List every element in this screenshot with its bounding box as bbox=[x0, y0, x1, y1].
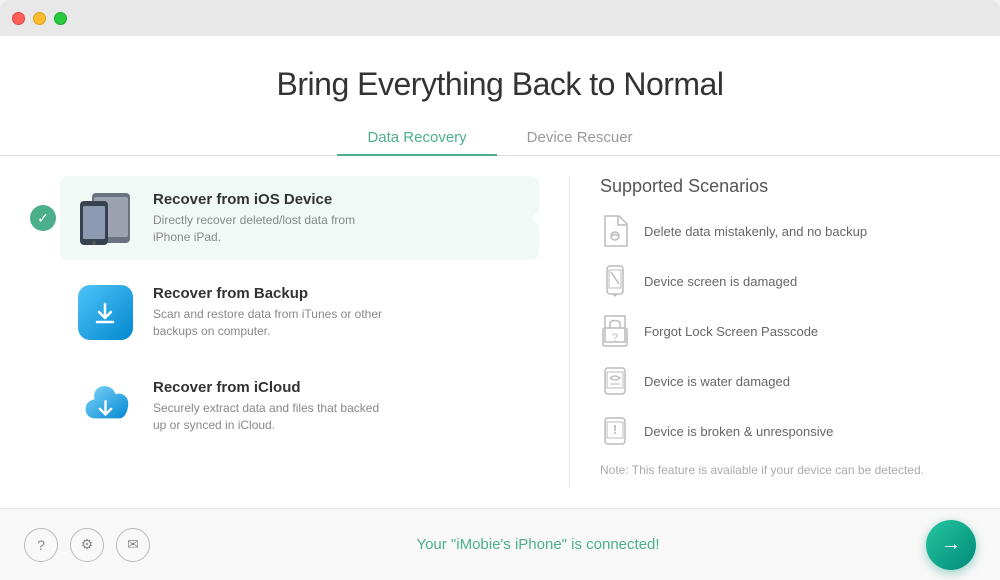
scenario-broken: ! Device is broken & unresponsive bbox=[600, 413, 940, 449]
help-button[interactable]: ? bbox=[24, 528, 58, 562]
main-content: Bring Everything Back to Normal Data Rec… bbox=[0, 36, 1000, 508]
tab-bar: Data Recovery Device Rescuer bbox=[0, 121, 1000, 156]
note-text: Note: This feature is available if your … bbox=[600, 463, 940, 477]
scenario-delete: Delete data mistakenly, and no backup bbox=[600, 213, 940, 249]
content-area: ✓ Recover from iOS Device Directly recov bbox=[0, 156, 1000, 508]
scenarios-title: Supported Scenarios bbox=[600, 176, 940, 197]
scenario-water-text: Device is water damaged bbox=[644, 374, 790, 389]
scenario-screen-text: Device screen is damaged bbox=[644, 274, 797, 289]
backup-icon bbox=[75, 282, 135, 342]
maximize-button[interactable] bbox=[54, 12, 67, 25]
ios-device-text: Recover from iOS Device Directly recover… bbox=[153, 191, 393, 246]
scenario-broken-text: Device is broken & unresponsive bbox=[644, 424, 833, 439]
header: Bring Everything Back to Normal bbox=[0, 36, 1000, 103]
scenario-passcode-text: Forgot Lock Screen Passcode bbox=[644, 324, 818, 339]
backup-text: Recover from Backup Scan and restore dat… bbox=[153, 285, 393, 340]
device-screen-icon bbox=[600, 263, 630, 299]
tab-device-rescuer[interactable]: Device Rescuer bbox=[497, 121, 663, 156]
close-button[interactable] bbox=[12, 12, 25, 25]
right-panel: Supported Scenarios Delete data mistaken… bbox=[600, 176, 940, 488]
check-icon: ✓ bbox=[30, 205, 56, 231]
lock-question-icon: ? bbox=[600, 313, 630, 349]
scenario-passcode: ? Forgot Lock Screen Passcode bbox=[600, 313, 940, 349]
title-bar bbox=[0, 0, 1000, 36]
file-x-icon bbox=[600, 213, 630, 249]
icloud-text: Recover from iCloud Securely extract dat… bbox=[153, 379, 393, 434]
panel-divider bbox=[569, 176, 570, 488]
bottom-icons: ? ⚙ ✉ bbox=[24, 528, 150, 562]
scenario-delete-text: Delete data mistakenly, and no backup bbox=[644, 224, 867, 239]
tab-data-recovery[interactable]: Data Recovery bbox=[337, 121, 496, 156]
mail-button[interactable]: ✉ bbox=[116, 528, 150, 562]
icloud-icon bbox=[75, 376, 135, 436]
scenario-screen: Device screen is damaged bbox=[600, 263, 940, 299]
svg-text:!: ! bbox=[613, 422, 617, 437]
svg-text:?: ? bbox=[612, 332, 618, 344]
scenario-water: Device is water damaged bbox=[600, 363, 940, 399]
status-text: Your "iMobie's iPhone" is connected! bbox=[150, 536, 926, 553]
option-backup[interactable]: Recover from Backup Scan and restore dat… bbox=[60, 270, 539, 354]
option-ios-device[interactable]: ✓ Recover from iOS Device Directly recov bbox=[60, 176, 539, 260]
ios-device-icon bbox=[75, 188, 135, 248]
next-button[interactable]: → bbox=[926, 520, 976, 570]
minimize-button[interactable] bbox=[33, 12, 46, 25]
left-panel: ✓ Recover from iOS Device Directly recov bbox=[60, 176, 539, 488]
bottom-bar: ? ⚙ ✉ Your "iMobie's iPhone" is connecte… bbox=[0, 508, 1000, 580]
water-icon bbox=[600, 363, 630, 399]
alert-icon: ! bbox=[600, 413, 630, 449]
settings-button[interactable]: ⚙ bbox=[70, 528, 104, 562]
option-icloud[interactable]: Recover from iCloud Securely extract dat… bbox=[60, 364, 539, 448]
arrow-right-icon: → bbox=[941, 533, 961, 556]
page-title: Bring Everything Back to Normal bbox=[20, 66, 980, 103]
